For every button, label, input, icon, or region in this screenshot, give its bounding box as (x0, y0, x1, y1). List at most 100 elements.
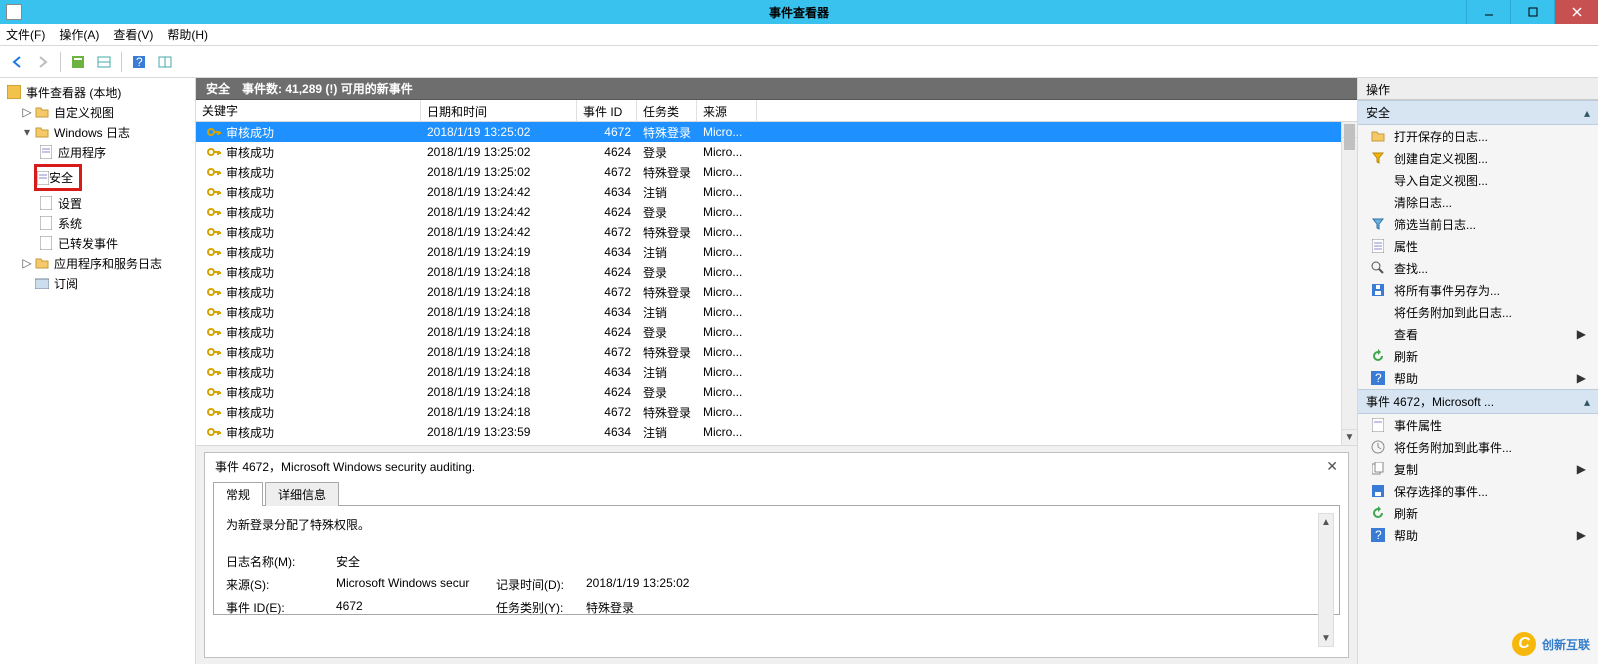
row-datetime: 2018/1/19 13:24:19 (421, 245, 577, 259)
tree-setup[interactable]: 设置 (2, 193, 193, 213)
event-row[interactable]: 审核成功2018/1/19 13:24:184624登录Micro... (196, 322, 1357, 342)
collapse-icon[interactable]: ▾ (20, 125, 34, 139)
log-name-value: 安全 (336, 553, 496, 570)
tab-details[interactable]: 详细信息 (265, 482, 339, 506)
key-icon (206, 344, 222, 360)
row-datetime: 2018/1/19 13:24:18 (421, 285, 577, 299)
tree-application[interactable]: 应用程序 (2, 142, 193, 162)
detail-scrollbar[interactable]: ▲ ▼ (1318, 513, 1334, 647)
chevron-right-icon: ▶ (1577, 528, 1586, 542)
record-time-value: 2018/1/19 13:25:02 (586, 576, 689, 593)
key-icon (206, 384, 222, 400)
event-row[interactable]: 审核成功2018/1/19 13:24:184624登录Micro... (196, 262, 1357, 282)
action-filter-current-log[interactable]: 筛选当前日志... (1358, 213, 1598, 235)
collapse-icon[interactable]: ▴ (1584, 395, 1590, 409)
key-icon (206, 324, 222, 340)
action-help[interactable]: ?帮助▶ (1358, 367, 1598, 389)
watermark-text: 创新互联 (1542, 636, 1590, 653)
event-row[interactable]: 审核成功2018/1/19 13:24:184672特殊登录Micro... (196, 282, 1357, 302)
event-row[interactable]: 审核成功2018/1/19 13:24:184672特殊登录Micro... (196, 342, 1357, 362)
action-refresh[interactable]: 刷新 (1358, 345, 1598, 367)
action-properties[interactable]: 属性 (1358, 235, 1598, 257)
row-source: Micro... (697, 165, 757, 179)
col-task-category[interactable]: 任务类别 (637, 100, 697, 121)
action-refresh-event[interactable]: 刷新 (1358, 502, 1598, 524)
detail-message: 为新登录分配了特殊权限。 (226, 516, 1327, 533)
help-button[interactable]: ? (128, 51, 150, 73)
action-copy[interactable]: 复制▶ (1358, 458, 1598, 480)
scroll-up-icon[interactable]: ▲ (1319, 514, 1333, 530)
menu-action[interactable]: 操作(A) (59, 26, 99, 43)
event-row[interactable]: 审核成功2018/1/19 13:25:024672特殊登录Micro... (196, 162, 1357, 182)
action-view[interactable]: 查看▶ (1358, 323, 1598, 345)
event-row[interactable]: 审核成功2018/1/19 13:24:184634注销Micro... (196, 302, 1357, 322)
list-scrollbar[interactable]: ▲ ▼ (1341, 122, 1357, 445)
action-save-selected-events[interactable]: 保存选择的事件... (1358, 480, 1598, 502)
tree-app-service-logs[interactable]: ▷应用程序和服务日志 (2, 253, 193, 273)
row-source: Micro... (697, 385, 757, 399)
row-event-id: 4672 (577, 225, 637, 239)
event-row[interactable]: 审核成功2018/1/19 13:25:024624登录Micro... (196, 142, 1357, 162)
tab-general[interactable]: 常规 (213, 482, 263, 506)
event-row[interactable]: 审核成功2018/1/19 13:24:424672特殊登录Micro... (196, 222, 1357, 242)
tree-root[interactable]: 事件查看器 (本地) (2, 82, 193, 102)
scroll-down-icon[interactable]: ▼ (1319, 630, 1333, 646)
tree-forwarded[interactable]: 已转发事件 (2, 233, 193, 253)
tree-security-highlighted[interactable]: 安全 (34, 164, 82, 191)
actions-section-security[interactable]: 安全▴ (1358, 100, 1598, 125)
col-source[interactable]: 来源 (697, 100, 757, 121)
action-create-custom-view[interactable]: 创建自定义视图... (1358, 147, 1598, 169)
collapse-icon[interactable]: ▴ (1584, 106, 1590, 120)
expand-icon[interactable]: ▷ (20, 256, 34, 270)
event-row[interactable]: 审核成功2018/1/19 13:23:594634注销Micro... (196, 422, 1357, 442)
action-open-saved-log[interactable]: 打开保存的日志... (1358, 125, 1598, 147)
show-tree-button[interactable] (67, 51, 89, 73)
menu-file[interactable]: 文件(F) (6, 26, 45, 43)
svg-text:?: ? (136, 55, 143, 69)
scroll-down-icon[interactable]: ▼ (1342, 429, 1357, 445)
expand-icon[interactable]: ▷ (20, 105, 34, 119)
event-row[interactable]: 审核成功2018/1/19 13:25:024672特殊登录Micro... (196, 122, 1357, 142)
row-keyword: 审核成功 (226, 244, 274, 261)
event-row[interactable]: 审核成功2018/1/19 13:24:184624登录Micro... (196, 382, 1357, 402)
scroll-thumb[interactable] (1344, 124, 1355, 150)
log-icon (38, 235, 54, 251)
tree-subscriptions[interactable]: 订阅 (2, 273, 193, 293)
close-button[interactable] (1554, 0, 1598, 24)
properties-icon (1370, 238, 1386, 254)
tree-system[interactable]: 系统 (2, 213, 193, 233)
minimize-button[interactable] (1466, 0, 1510, 24)
action-help-event[interactable]: ?帮助▶ (1358, 524, 1598, 546)
actions-section-event[interactable]: 事件 4672，Microsoft ...▴ (1358, 389, 1598, 414)
action-find[interactable]: 查找... (1358, 257, 1598, 279)
chevron-right-icon: ▶ (1577, 371, 1586, 385)
list-header: 关键字 日期和时间 事件 ID 任务类别 来源 (196, 100, 1357, 122)
action-clear-log[interactable]: 清除日志... (1358, 191, 1598, 213)
detail-close-button[interactable]: ✕ (1326, 458, 1338, 475)
action-event-properties[interactable]: 事件属性 (1358, 414, 1598, 436)
menu-help[interactable]: 帮助(H) (167, 26, 208, 43)
tree-windows-logs[interactable]: ▾Windows 日志 (2, 122, 193, 142)
tree-custom-views[interactable]: ▷自定义视图 (2, 102, 193, 122)
event-row[interactable]: 审核成功2018/1/19 13:24:424624登录Micro... (196, 202, 1357, 222)
event-row[interactable]: 审核成功2018/1/19 13:24:194634注销Micro... (196, 242, 1357, 262)
event-row[interactable]: 审核成功2018/1/19 13:24:424634注销Micro... (196, 182, 1357, 202)
action-import-custom-view[interactable]: 导入自定义视图... (1358, 169, 1598, 191)
action-save-all-events-as[interactable]: 将所有事件另存为... (1358, 279, 1598, 301)
pane-1-button[interactable] (93, 51, 115, 73)
svg-text:?: ? (1375, 528, 1382, 542)
action-attach-task-to-event[interactable]: 将任务附加到此事件... (1358, 436, 1598, 458)
watermark-logo-icon: C (1512, 632, 1536, 656)
col-event-id[interactable]: 事件 ID (577, 100, 637, 121)
row-datetime: 2018/1/19 13:24:18 (421, 365, 577, 379)
forward-button[interactable] (32, 51, 54, 73)
back-button[interactable] (6, 51, 28, 73)
event-row[interactable]: 审核成功2018/1/19 13:24:184634注销Micro... (196, 362, 1357, 382)
maximize-button[interactable] (1510, 0, 1554, 24)
action-attach-task-to-log[interactable]: 将任务附加到此日志... (1358, 301, 1598, 323)
pane-2-button[interactable] (154, 51, 176, 73)
col-datetime[interactable]: 日期和时间 (421, 100, 577, 121)
col-keywords[interactable]: 关键字 (196, 100, 421, 121)
menu-view[interactable]: 查看(V) (113, 26, 153, 43)
event-row[interactable]: 审核成功2018/1/19 13:24:184672特殊登录Micro... (196, 402, 1357, 422)
